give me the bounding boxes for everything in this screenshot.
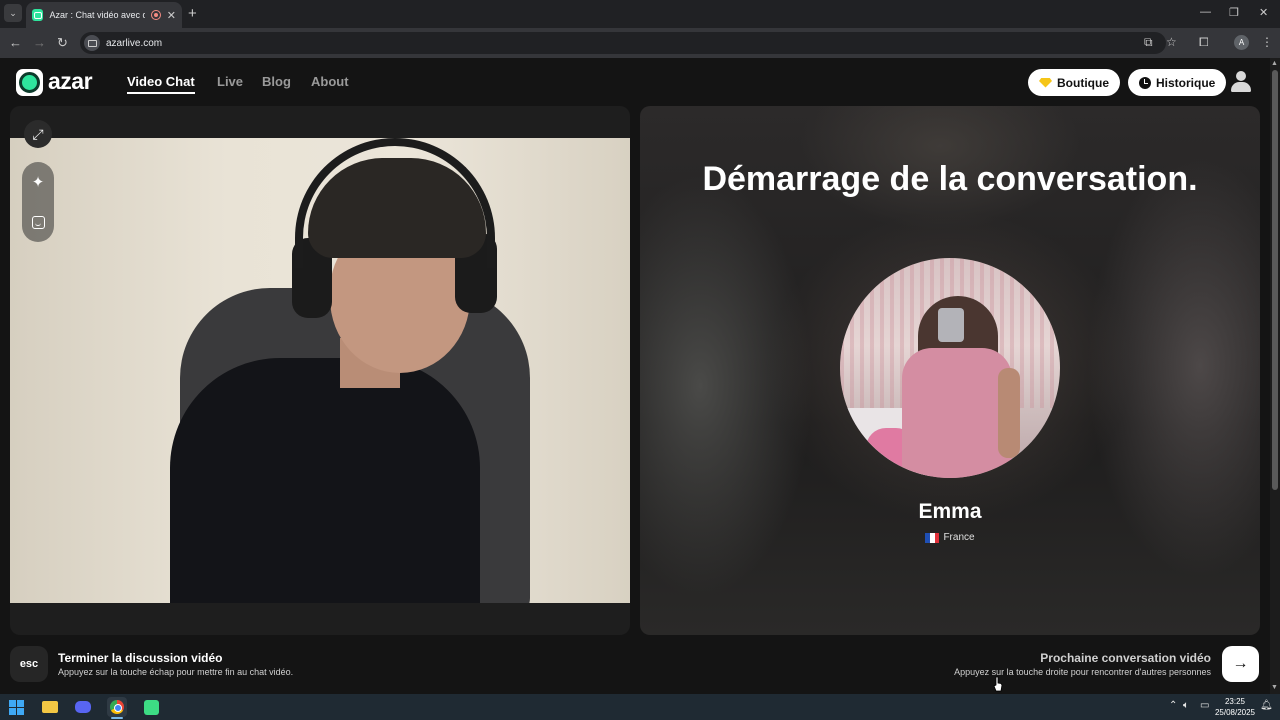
clock-time: 23:25 xyxy=(1224,697,1246,706)
tab-title: Azar : Chat vidéo avec de nouvelles pers… xyxy=(49,10,146,20)
app-icon[interactable] xyxy=(141,697,161,717)
tab-search-icon[interactable]: ⌄ xyxy=(4,4,22,22)
azar-logo-icon[interactable] xyxy=(16,69,43,96)
back-icon[interactable]: ← xyxy=(9,35,22,50)
france-flag-icon xyxy=(925,532,940,543)
effects-toolbar: ✦ xyxy=(22,162,54,242)
history-clock-icon xyxy=(1139,76,1151,89)
person-torso xyxy=(170,358,480,603)
address-bar[interactable]: azarlive.com xyxy=(80,32,1166,54)
browser-tabstrip: ⌄ Azar : Chat vidéo avec de nouvelles pe… xyxy=(0,0,1280,28)
tray-overflow-icon[interactable]: ⌃ xyxy=(1169,700,1177,711)
partner-avatar xyxy=(840,258,1060,478)
fullscreen-expand-icon[interactable]: ⤢ xyxy=(24,120,52,148)
restore-icon[interactable]: ❐ xyxy=(1229,6,1239,19)
active-app-indicator xyxy=(111,717,123,719)
connecting-heading: Démarrage de la conversation. xyxy=(702,160,1198,198)
scroll-down-icon[interactable]: ▼ xyxy=(1271,684,1278,691)
phone-in-photo xyxy=(938,308,964,342)
historique-label: Historique xyxy=(1156,75,1216,90)
boutique-label: Boutique xyxy=(1057,75,1109,90)
user-account-icon[interactable] xyxy=(1230,71,1252,93)
chrome-icon[interactable] xyxy=(107,697,127,717)
scroll-thumb[interactable] xyxy=(1272,70,1278,490)
partner-panel: Démarrage de la conversation. Emma Franc… xyxy=(640,106,1260,635)
nav-about[interactable]: About xyxy=(311,74,349,89)
logo-text[interactable]: azar xyxy=(48,68,93,95)
taskbar-clock[interactable]: 23:25 25/08/2025 xyxy=(1213,696,1257,718)
window-close-icon[interactable]: ✕ xyxy=(1259,6,1268,19)
start-icon[interactable] xyxy=(6,697,26,717)
file-explorer-icon[interactable] xyxy=(40,697,60,717)
windows-taskbar: ⌃ 🔈︎ ▭ 23:25 25/08/2025 🔔︎ xyxy=(0,694,1280,720)
browser-toolbar: ← → ↻ azarlive.com ⧉ ☆ ⧠ ⋮ xyxy=(0,28,1280,58)
self-camera-panel: ⤢ ✦ xyxy=(10,106,630,635)
nav-blog[interactable]: Blog xyxy=(262,74,291,89)
face-filter-icon[interactable] xyxy=(31,216,45,229)
reload-icon[interactable]: ↻ xyxy=(57,35,68,51)
nav-video-chat[interactable]: Video Chat xyxy=(127,74,195,89)
browser-tab[interactable]: Azar : Chat vidéo avec de nouvelles pers… xyxy=(26,2,182,28)
esc-key-button[interactable]: esc xyxy=(10,646,48,682)
scroll-up-icon[interactable]: ▲ xyxy=(1271,60,1278,67)
boutique-button[interactable]: Boutique xyxy=(1028,69,1120,96)
tab-close-icon[interactable]: ✕ xyxy=(167,9,176,22)
next-chat-arrow-button[interactable]: → xyxy=(1222,646,1259,682)
hand-cursor-icon xyxy=(993,676,1003,692)
partner-name: Emma xyxy=(918,500,982,523)
clock-date: 25/08/2025 xyxy=(1214,708,1256,717)
site-info-icon[interactable] xyxy=(84,35,100,51)
extensions-icon[interactable]: ⧠ xyxy=(1199,35,1209,50)
minimize-icon[interactable]: — xyxy=(1200,6,1211,18)
forward-icon[interactable]: → xyxy=(33,35,46,50)
cast-icon[interactable]: ⧉ xyxy=(1144,35,1153,50)
end-chat-title: Terminer la discussion vidéo xyxy=(58,651,223,665)
volume-icon[interactable]: 🔈︎ xyxy=(1183,700,1189,711)
beauty-sparkle-icon[interactable]: ✦ xyxy=(32,175,45,190)
partner-country: France xyxy=(640,532,1260,543)
discord-icon[interactable] xyxy=(73,697,93,717)
headphone-band xyxy=(295,138,495,268)
next-chat-title: Prochaine conversation vidéo xyxy=(1040,651,1211,665)
new-tab-icon[interactable]: + xyxy=(188,5,197,22)
azar-page: azar Video Chat Live Blog About Boutique… xyxy=(0,58,1270,694)
nav-active-underline xyxy=(127,92,195,94)
bookmark-star-icon[interactable]: ☆ xyxy=(1166,35,1177,49)
gem-icon xyxy=(1039,77,1052,88)
azar-favicon-icon xyxy=(32,9,44,21)
nav-live[interactable]: Live xyxy=(217,74,243,89)
historique-button[interactable]: Historique xyxy=(1128,69,1227,96)
url-text: azarlive.com xyxy=(106,37,163,49)
profile-avatar[interactable]: A xyxy=(1234,35,1249,50)
self-video-feed xyxy=(10,138,630,603)
end-chat-description: Appuyez sur la touche échap pour mettre … xyxy=(58,667,294,677)
browser-menu-icon[interactable]: ⋮ xyxy=(1261,35,1273,49)
page-scrollbar[interactable]: ▲ ▼ xyxy=(1270,58,1280,694)
recording-icon xyxy=(151,10,161,20)
network-icon[interactable]: ▭ xyxy=(1200,700,1209,711)
notifications-icon[interactable]: 🔔︎ xyxy=(1260,700,1273,711)
country-label: France xyxy=(943,532,975,543)
